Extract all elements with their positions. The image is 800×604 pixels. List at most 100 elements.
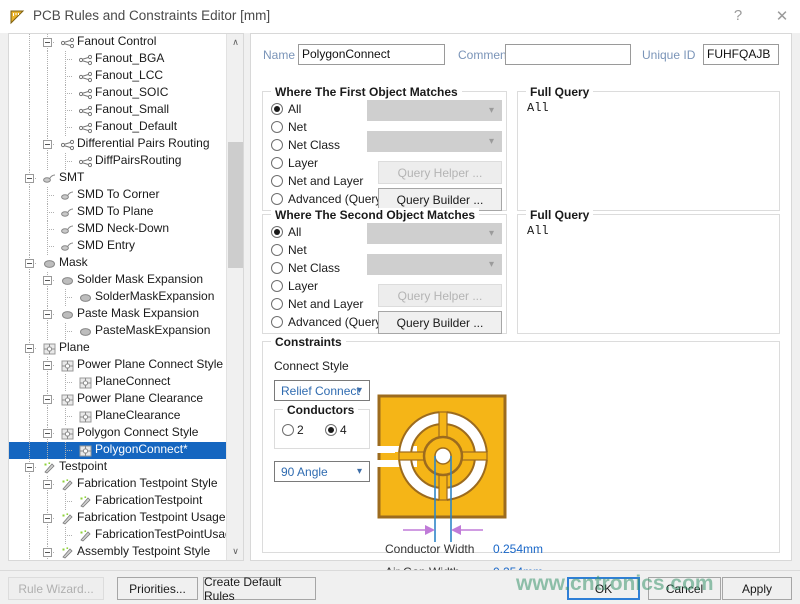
expander-icon[interactable] <box>43 361 52 370</box>
tree-item[interactable]: Plane <box>9 340 227 357</box>
radio-label: Net and Layer <box>288 296 363 312</box>
tree-item[interactable]: PlaneConnect <box>9 374 227 391</box>
expander-icon[interactable] <box>43 38 52 47</box>
tree-item[interactable]: SMD To Corner <box>9 187 227 204</box>
tree-item[interactable]: Solder Mask Expansion <box>9 272 227 289</box>
tree-item[interactable]: SMD To Plane <box>9 204 227 221</box>
tree-guide-line <box>65 416 72 418</box>
second-object-radio-net-and-layer[interactable]: Net and Layer <box>271 296 381 314</box>
expander-icon[interactable] <box>43 310 52 319</box>
expander-icon[interactable] <box>43 480 52 489</box>
help-button[interactable]: ? <box>716 0 760 31</box>
tree-guide-line <box>65 297 72 299</box>
tree-item-label: SMD Entry <box>77 238 135 252</box>
first-object-radio-net-and-layer[interactable]: Net and Layer <box>271 173 381 191</box>
tree-guide-line <box>29 187 31 204</box>
tree-item[interactable]: Fanout Control <box>9 34 227 51</box>
conductors-radio-2[interactable]: 2 <box>282 422 317 440</box>
expander-icon[interactable] <box>43 548 52 557</box>
tree-item[interactable]: Mask <box>9 255 227 272</box>
first-object-radio-net-class[interactable]: Net Class <box>271 137 381 155</box>
tree-guide-line <box>29 85 31 102</box>
fanout-icon <box>79 122 92 134</box>
second-net-combo[interactable]: ▾ <box>367 223 502 244</box>
second-netclass-combo[interactable]: ▾ <box>367 254 502 275</box>
first-object-radio-all[interactable]: All <box>271 101 381 119</box>
second-query-builder-button[interactable]: Query Builder ... <box>378 311 502 334</box>
tree-item[interactable]: Assembly Testpoint Style <box>9 544 227 560</box>
tree-item[interactable]: Fanout_Default <box>9 119 227 136</box>
expander-icon[interactable] <box>43 276 52 285</box>
tree-item[interactable]: Fanout_Small <box>9 102 227 119</box>
expander-icon[interactable] <box>25 174 34 183</box>
tree-item-label: PlaneConnect <box>95 374 170 388</box>
scrollbar-thumb[interactable] <box>228 142 243 268</box>
apply-button[interactable]: Apply <box>722 577 792 600</box>
rules-tree-panel[interactable]: Fanout ControlFanout_BGAFanout_LCCFanout… <box>8 33 244 561</box>
tree-item[interactable]: Power Plane Clearance <box>9 391 227 408</box>
create-default-rules-button[interactable]: Create Default Rules <box>203 577 316 600</box>
first-netclass-combo[interactable]: ▾ <box>367 131 502 152</box>
tree-item-label: Plane <box>59 340 90 354</box>
tree-item[interactable]: FabricationTestpoint <box>9 493 227 510</box>
ok-button[interactable]: OK <box>567 577 640 600</box>
expander-icon[interactable] <box>43 395 52 404</box>
full-query-second-text[interactable]: All <box>527 224 549 238</box>
tree-item[interactable]: Power Plane Connect Style <box>9 357 227 374</box>
scroll-up-icon[interactable]: ∧ <box>227 34 244 51</box>
priorities-button[interactable]: Priorities... <box>117 577 198 600</box>
first-net-combo[interactable]: ▾ <box>367 100 502 121</box>
second-object-radio-net[interactable]: Net <box>271 242 381 260</box>
tree-item[interactable]: Fanout_BGA <box>9 51 227 68</box>
tree-item[interactable]: Polygon Connect Style <box>9 425 227 442</box>
tree-guide-line <box>47 51 49 68</box>
close-button[interactable]: ✕ <box>760 0 800 31</box>
expander-icon[interactable] <box>43 140 52 149</box>
scroll-down-icon[interactable]: ∨ <box>227 543 244 560</box>
name-input[interactable]: PolygonConnect <box>298 44 445 65</box>
tree-item[interactable]: Testpoint <box>9 459 227 476</box>
expander-icon[interactable] <box>25 463 34 472</box>
fanout-icon <box>79 71 92 83</box>
conductor-width-value[interactable]: 0.254mm <box>493 542 543 556</box>
expander-icon[interactable] <box>25 259 34 268</box>
tree-item[interactable]: SMD Entry <box>9 238 227 255</box>
expander-icon[interactable] <box>25 344 34 353</box>
tree-item[interactable]: PasteMaskExpansion <box>9 323 227 340</box>
tree-item[interactable]: PolygonConnect* <box>9 442 227 459</box>
first-object-radio-net[interactable]: Net <box>271 119 381 137</box>
second-object-radio-net-class[interactable]: Net Class <box>271 260 381 278</box>
tree-item[interactable]: SMD Neck-Down <box>9 221 227 238</box>
second-object-radio-advanced-query[interactable]: Advanced (Query) <box>271 314 381 332</box>
thermal-relief-pad-graphic <box>377 394 567 547</box>
tree-item[interactable]: Fabrication Testpoint Usage <box>9 510 227 527</box>
expander-icon[interactable] <box>43 514 52 523</box>
tree-item[interactable]: Fanout_SOIC <box>9 85 227 102</box>
tree-item[interactable]: FabricationTestPointUsage <box>9 527 227 544</box>
angle-combo[interactable]: 90 Angle ▾ <box>274 461 370 482</box>
tree-item[interactable]: Fanout_LCC <box>9 68 227 85</box>
tree-guide-line <box>65 127 72 129</box>
second-object-radio-all[interactable]: All <box>271 224 381 242</box>
conductors-radio-4[interactable]: 4 <box>325 422 360 440</box>
tree-scrollbar[interactable]: ∧ ∨ <box>226 34 243 560</box>
tree-item[interactable]: Fabrication Testpoint Style <box>9 476 227 493</box>
tree-item[interactable]: PlaneClearance <box>9 408 227 425</box>
tree-item[interactable]: DiffPairsRouting <box>9 153 227 170</box>
first-object-radio-advanced-query[interactable]: Advanced (Query) <box>271 191 381 209</box>
full-query-first-text[interactable]: All <box>527 101 549 115</box>
connect-style-combo[interactable]: Relief Connect ▾ <box>274 380 370 401</box>
unique-id-input[interactable]: FUHFQAJB <box>703 44 779 65</box>
comment-input[interactable] <box>505 44 631 65</box>
tree-item[interactable]: Differential Pairs Routing <box>9 136 227 153</box>
tree-item-label: Fanout_Default <box>95 119 177 133</box>
tree-item[interactable]: SMT <box>9 170 227 187</box>
tree-item[interactable]: Paste Mask Expansion <box>9 306 227 323</box>
first-object-radio-layer[interactable]: Layer <box>271 155 381 173</box>
tree-item[interactable]: SolderMaskExpansion <box>9 289 227 306</box>
rules-tree[interactable]: Fanout ControlFanout_BGAFanout_LCCFanout… <box>9 34 227 560</box>
cancel-button[interactable]: Cancel <box>648 577 721 600</box>
second-object-radio-layer[interactable]: Layer <box>271 278 381 296</box>
expander-icon[interactable] <box>43 429 52 438</box>
tree-guide-line <box>65 535 72 537</box>
